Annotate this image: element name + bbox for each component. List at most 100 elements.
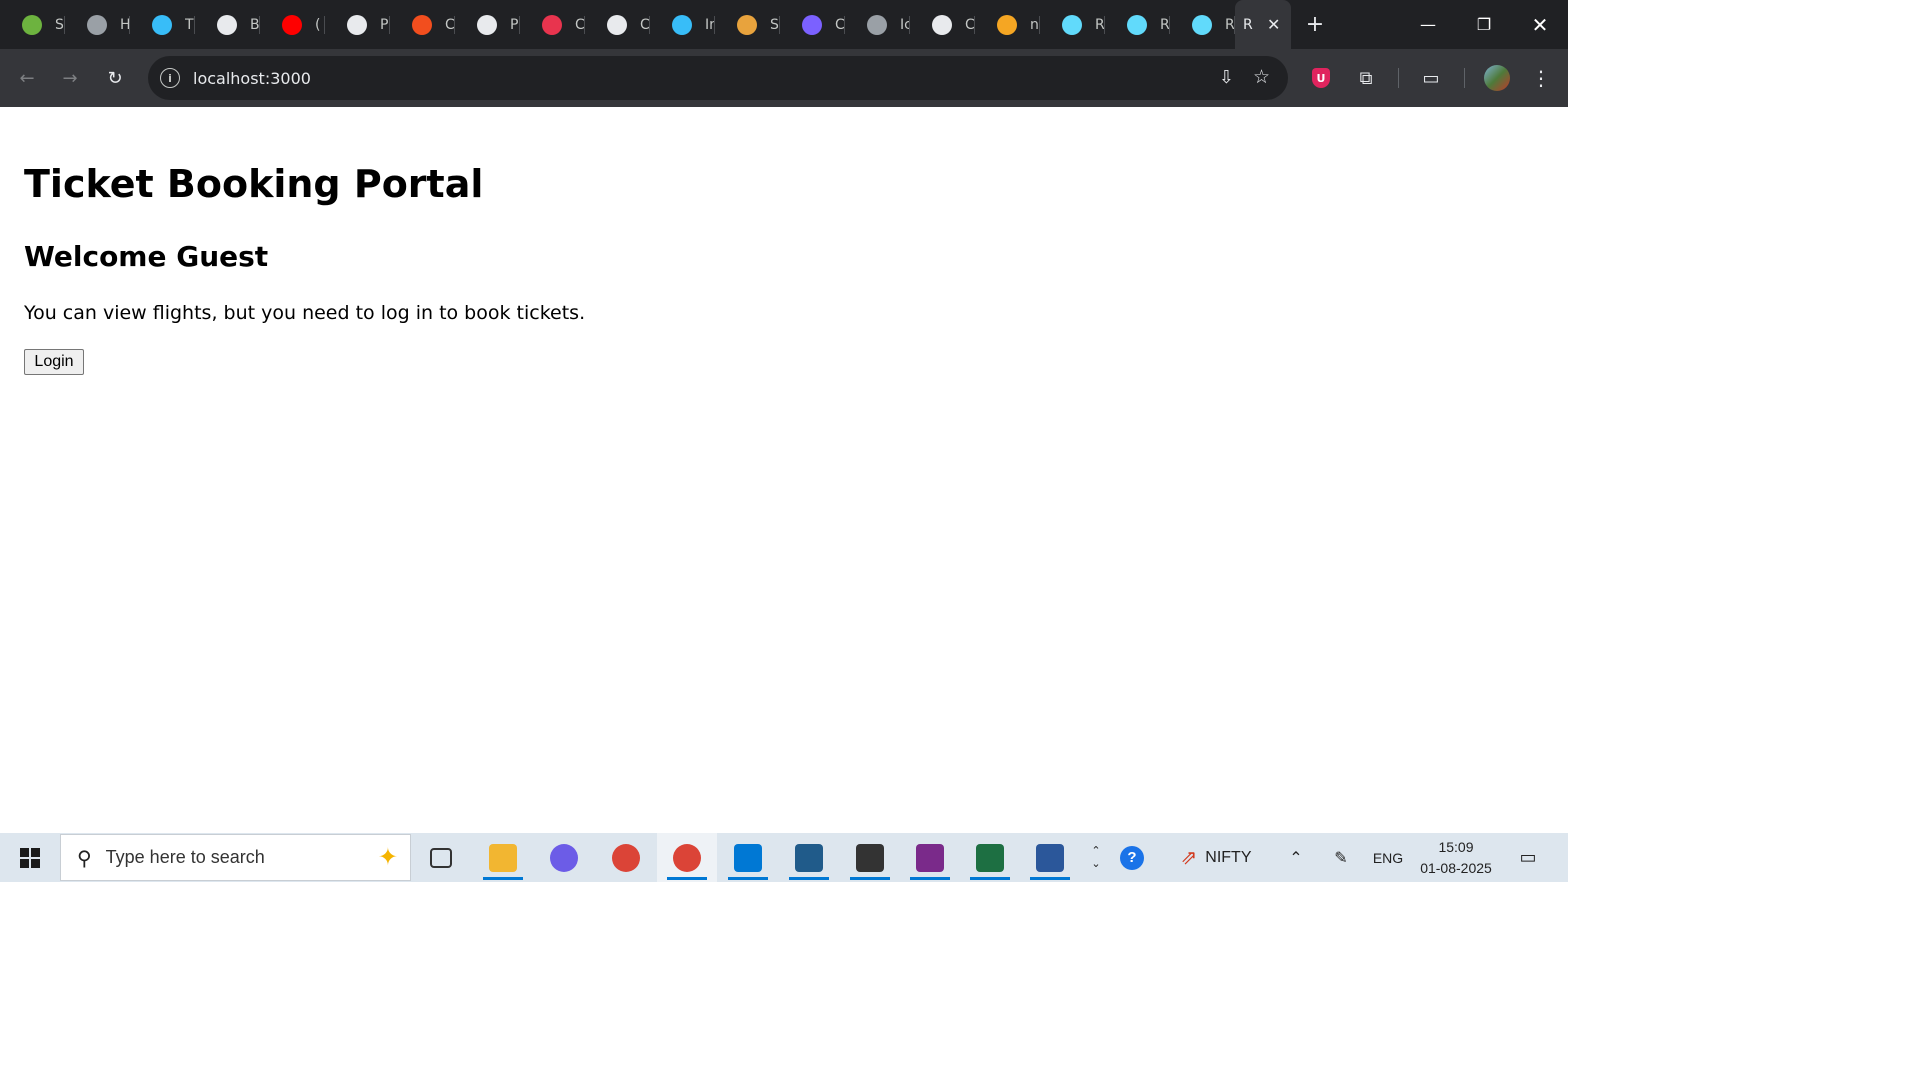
restore-button[interactable]: ❐ (1456, 0, 1512, 49)
browser-tab[interactable]: C (390, 0, 455, 49)
taskbar-app-button[interactable] (534, 833, 594, 882)
browser-tab[interactable]: R (1040, 0, 1105, 49)
tab-title: C (445, 16, 455, 33)
login-button[interactable]: Login (24, 349, 84, 375)
nifty-label: NIFTY (1205, 848, 1252, 866)
ublock-extension-icon[interactable]: U (1304, 61, 1338, 95)
browser-tab[interactable]: H (65, 0, 130, 49)
browser-toolbar: ← → ↻ i localhost:3000 ⇩ ☆ U ⧉ ▭ ⋮ (0, 49, 1568, 107)
tab-title: R (1095, 16, 1105, 33)
help-icon[interactable]: ? (1112, 833, 1152, 882)
browser-tab[interactable]: R (1105, 0, 1170, 49)
browser-tab[interactable]: ( (260, 0, 325, 49)
figma-icon (412, 14, 432, 35)
install-app-icon[interactable]: ⇩ (1219, 67, 1234, 88)
openai-icon (217, 14, 237, 35)
tab-title: C (640, 16, 650, 33)
taskbar-app-button[interactable] (473, 833, 533, 882)
tab-title: C (835, 16, 845, 33)
profile-avatar[interactable] (1480, 61, 1514, 95)
browser-tab[interactable]: P (455, 0, 520, 49)
taskbar-app-button[interactable] (960, 833, 1020, 882)
back-button[interactable]: ← (10, 61, 44, 95)
taskbar-app-button[interactable] (718, 833, 778, 882)
taskbar-app-button[interactable] (779, 833, 839, 882)
extensions-puzzle-icon[interactable]: ⧉ (1349, 61, 1383, 95)
browser-tab[interactable]: C (780, 0, 845, 49)
tab-title: Ic (900, 16, 910, 33)
globe-icon (867, 14, 887, 35)
tab-title: R (1160, 16, 1170, 33)
taskbar-app-button[interactable] (411, 833, 471, 882)
sparkle-icon: ✦ (377, 843, 398, 871)
settings-icon (856, 843, 884, 872)
start-button[interactable] (0, 833, 60, 882)
clock[interactable]: 15:09 01-08-2025 (1414, 837, 1498, 879)
tray-scroll-icon[interactable]: ⌃ ⌄ (1086, 833, 1106, 882)
search-tabs-icon[interactable]: ▭ (1414, 61, 1448, 95)
bookmark-star-icon[interactable]: ☆ (1253, 66, 1270, 88)
search-placeholder: Type here to search (105, 847, 265, 867)
browser-tab[interactable]: Ir (650, 0, 715, 49)
spring-icon (22, 14, 42, 35)
tab-title: ( (315, 16, 321, 33)
openai-icon (607, 14, 627, 35)
excel-icon (976, 843, 1004, 872)
tailwind-icon (152, 14, 172, 35)
browser-tab[interactable]: T (130, 0, 195, 49)
browser-tab[interactable]: C (585, 0, 650, 49)
browser-tab[interactable]: S (0, 0, 65, 49)
search-icon: ⚲ (77, 845, 92, 870)
github-icon (477, 14, 497, 35)
tab-title: T (185, 16, 194, 33)
browser-tab[interactable]: R (1170, 0, 1235, 49)
tab-title: S (770, 16, 779, 33)
language-indicator[interactable]: ENG (1366, 833, 1410, 882)
taskbar-app-button[interactable] (596, 833, 656, 882)
stock-chart-icon: ⇗ (1180, 847, 1198, 869)
minimize-button[interactable]: — (1400, 0, 1456, 49)
notifications-icon[interactable]: ▭ (1510, 833, 1546, 882)
taskbar-app-button[interactable] (657, 833, 717, 882)
browser-tab[interactable]: B (195, 0, 260, 49)
new-tab-button[interactable]: + (1291, 0, 1339, 49)
nifty-widget[interactable]: ⇗ NIFTY (1166, 833, 1266, 882)
reload-button[interactable]: ↻ (98, 61, 132, 95)
show-hidden-icons-icon[interactable]: ⌃ (1282, 833, 1310, 882)
page-title: Ticket Booking Portal (24, 162, 484, 206)
toolbar-separator (1464, 68, 1465, 88)
browser-tab[interactable]: C (910, 0, 975, 49)
tab-title: S (55, 16, 64, 33)
file-explorer-icon (489, 843, 517, 872)
site-info-icon[interactable]: i (160, 68, 180, 88)
tab-title: R (1225, 16, 1235, 33)
infinity-icon (997, 14, 1017, 35)
tab-title: Ir (705, 16, 715, 33)
active-tab[interactable]: R ✕ (1235, 0, 1291, 49)
browser-menu-icon[interactable]: ⋮ (1524, 61, 1558, 95)
guest-message: You can view flights, but you need to lo… (24, 302, 586, 324)
close-window-button[interactable]: ✕ (1512, 0, 1568, 49)
address-bar[interactable]: i localhost:3000 ⇩ ☆ (148, 56, 1288, 100)
browser-tab[interactable]: C (520, 0, 585, 49)
github-icon (347, 14, 367, 35)
browser-tab[interactable]: Ic (845, 0, 910, 49)
taskbar-app-button[interactable] (900, 833, 960, 882)
taskbar-app-button[interactable] (840, 833, 900, 882)
taskbar-app-button[interactable] (1020, 833, 1080, 882)
globe-icon (87, 14, 107, 35)
browser-tab-strip: S H T B(P C P C C Ir S C Ic Cn R R R R ✕ + — ❐ ✕ (0, 0, 1568, 49)
browser-tab[interactable]: n (975, 0, 1040, 49)
task-view-icon (430, 847, 452, 868)
close-tab-icon[interactable]: ✕ (1267, 15, 1280, 34)
tab-title: B (250, 16, 260, 33)
tab-title: P (510, 16, 519, 33)
url-text: localhost:3000 (193, 68, 311, 88)
toolbar-separator (1398, 68, 1399, 88)
forward-button[interactable]: → (53, 61, 87, 95)
browser-tab[interactable]: S (715, 0, 780, 49)
pen-icon[interactable]: ✎ (1326, 833, 1356, 882)
chrome-profile-icon (673, 843, 701, 872)
taskbar-search-box[interactable]: ⚲ Type here to search ✦ (60, 834, 411, 881)
browser-tab[interactable]: P (325, 0, 390, 49)
